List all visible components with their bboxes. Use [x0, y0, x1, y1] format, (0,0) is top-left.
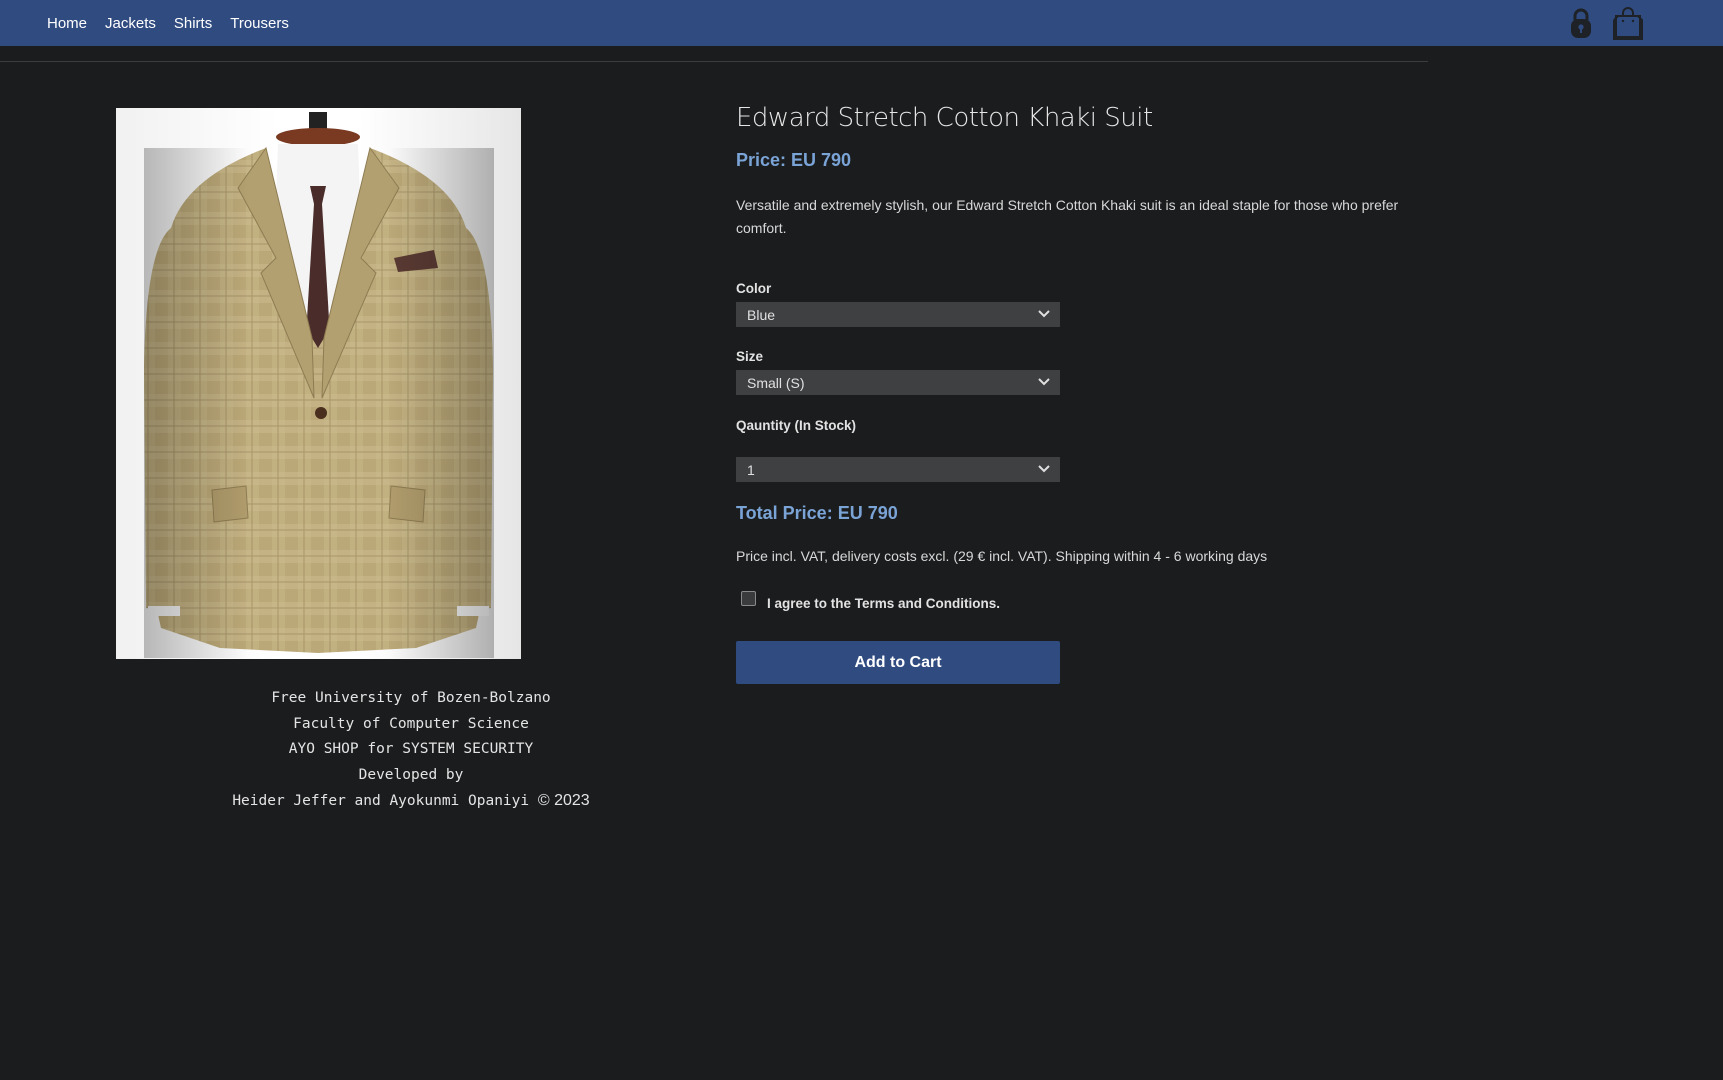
footer-faculty: Faculty of Computer Science: [293, 715, 529, 732]
terms-checkbox[interactable]: [741, 591, 756, 606]
nav-icons: [1568, 6, 1644, 45]
shipping-info: Price incl. VAT, delivery costs excl. (2…: [736, 548, 1268, 564]
nav-link-home[interactable]: Home: [47, 15, 87, 32]
footer-copyright: © 2023: [537, 792, 590, 810]
product-title: Edward Stretch Cotton Khaki Suit: [736, 103, 1153, 133]
size-select-value: Small (S): [747, 374, 805, 391]
quantity-label: Qauntity (In Stock): [736, 418, 857, 433]
footer-university: Free University of Bozen-Bolzano: [271, 690, 551, 706]
lock-icon[interactable]: [1568, 7, 1594, 44]
product-price: Price: EU 790: [736, 150, 852, 170]
nav-link-jackets[interactable]: Jackets: [105, 15, 156, 32]
chevron-down-icon: [1037, 375, 1051, 392]
chevron-down-icon: [1037, 462, 1051, 479]
header-divider: [0, 61, 1428, 62]
total-price: Total Price: EU 790: [736, 503, 898, 523]
top-navbar: Home Jackets Shirts Trousers: [0, 0, 1723, 46]
nav-links: Home Jackets Shirts Trousers: [47, 0, 307, 46]
footer-developed-by: Developed by: [358, 766, 464, 783]
color-select-value: Blue: [747, 306, 776, 323]
size-label: Size: [736, 349, 764, 364]
color-select[interactable]: Blue: [736, 302, 1060, 327]
quantity-select[interactable]: 1: [736, 457, 1060, 482]
shopping-bag-icon[interactable]: [1612, 6, 1644, 45]
terms-label[interactable]: I agree to the Terms and Conditions.: [767, 596, 1000, 611]
product-description: Versatile and extremely stylish, our Edw…: [736, 197, 1399, 236]
color-label: Color: [736, 281, 772, 296]
footer-shop-name: AYO SHOP for SYSTEM SECURITY: [288, 741, 534, 758]
product-image: [116, 108, 521, 659]
nav-link-trousers[interactable]: Trousers: [230, 15, 289, 32]
size-select[interactable]: Small (S): [736, 370, 1060, 395]
footer-credits: Heider Jeffer and Ayokunmi Opaniyi © 202…: [116, 788, 706, 815]
nav-link-shirts[interactable]: Shirts: [174, 15, 212, 32]
footer-developer-names: Heider Jeffer and Ayokunmi Opaniyi: [232, 793, 530, 810]
quantity-select-value: 1: [747, 461, 755, 478]
footer: Free University of Bozen-Bolzano Faculty…: [116, 686, 706, 815]
chevron-down-icon: [1037, 307, 1051, 324]
add-to-cart-button[interactable]: Add to Cart: [736, 641, 1060, 684]
